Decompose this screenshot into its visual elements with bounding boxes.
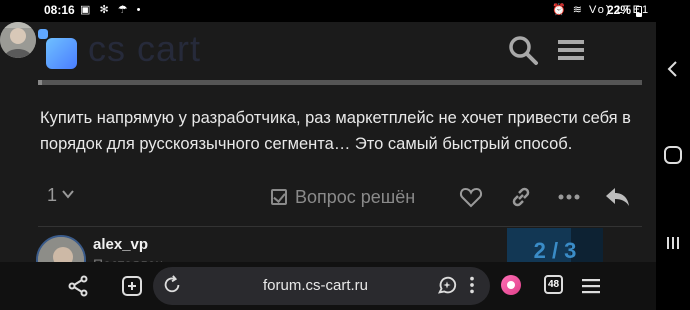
address-bar[interactable]: forum.cs-cart.ru — [153, 267, 490, 305]
system-nav-bar — [656, 0, 690, 310]
status-bar: 08:16 ▣ ✻ ☂ • ⏰ ≋ Vo) LTE1 .ıl 22% — [0, 0, 690, 22]
likes-count[interactable]: 1 — [47, 185, 57, 206]
url-text[interactable]: forum.cs-cart.ru — [263, 277, 368, 294]
status-time: 08:16 — [44, 3, 75, 17]
share-icon[interactable] — [66, 274, 90, 298]
reply-icon[interactable] — [605, 185, 629, 209]
nav-home-icon[interactable] — [661, 143, 685, 167]
nav-recents-icon[interactable] — [661, 231, 685, 255]
post-body-text: Купить напрямую у разработчика, раз марк… — [40, 109, 631, 153]
cs-cart-logo-icon[interactable] — [38, 29, 80, 71]
more-menu-icon[interactable] — [461, 274, 485, 298]
avatar[interactable] — [36, 235, 86, 262]
timeline-counter: 2 / 3 — [533, 238, 577, 262]
battery-percent: 22% — [607, 3, 632, 17]
site-header: cs cart — [0, 22, 656, 79]
battery-icon — [636, 6, 642, 17]
web-viewport: cs cart Купить напрямую у разработчика, … — [0, 22, 656, 262]
timeline-progress[interactable]: 2 / 3 — [507, 228, 603, 262]
post-divider — [38, 80, 642, 85]
browser-toolbar: forum.cs-cart.ru 48 — [0, 262, 656, 310]
site-logo-text[interactable]: cs cart — [88, 28, 201, 70]
tab-count[interactable]: 48 — [544, 275, 563, 294]
checkbox-icon — [271, 189, 287, 205]
heart-icon[interactable] — [459, 185, 483, 209]
ai-assistant-icon[interactable] — [436, 274, 460, 298]
status-notification-icons: ▣ ✻ ☂ • — [80, 4, 144, 16]
more-options-icon[interactable] — [557, 185, 581, 209]
post-actions: 1 Вопрос решён — [0, 177, 656, 217]
new-tab-icon[interactable] — [120, 274, 144, 298]
chevron-down-icon[interactable] — [61, 187, 75, 206]
reload-icon[interactable] — [161, 274, 185, 298]
browser-menu-icon[interactable] — [580, 274, 604, 298]
search-icon[interactable] — [507, 34, 539, 66]
post-separator — [38, 226, 642, 227]
user-avatar[interactable] — [0, 22, 36, 58]
nav-back-icon[interactable] — [661, 57, 685, 81]
next-post-header: alex_vp Постоялец 2 / 3 — [0, 228, 656, 262]
link-icon[interactable] — [509, 185, 533, 209]
post-username[interactable]: alex_vp — [93, 236, 148, 253]
hamburger-menu-icon[interactable] — [556, 34, 588, 66]
solution-label: Вопрос решён — [295, 186, 416, 207]
solution-button[interactable]: Вопрос решён — [271, 184, 415, 210]
alice-assistant-icon[interactable] — [501, 275, 521, 295]
